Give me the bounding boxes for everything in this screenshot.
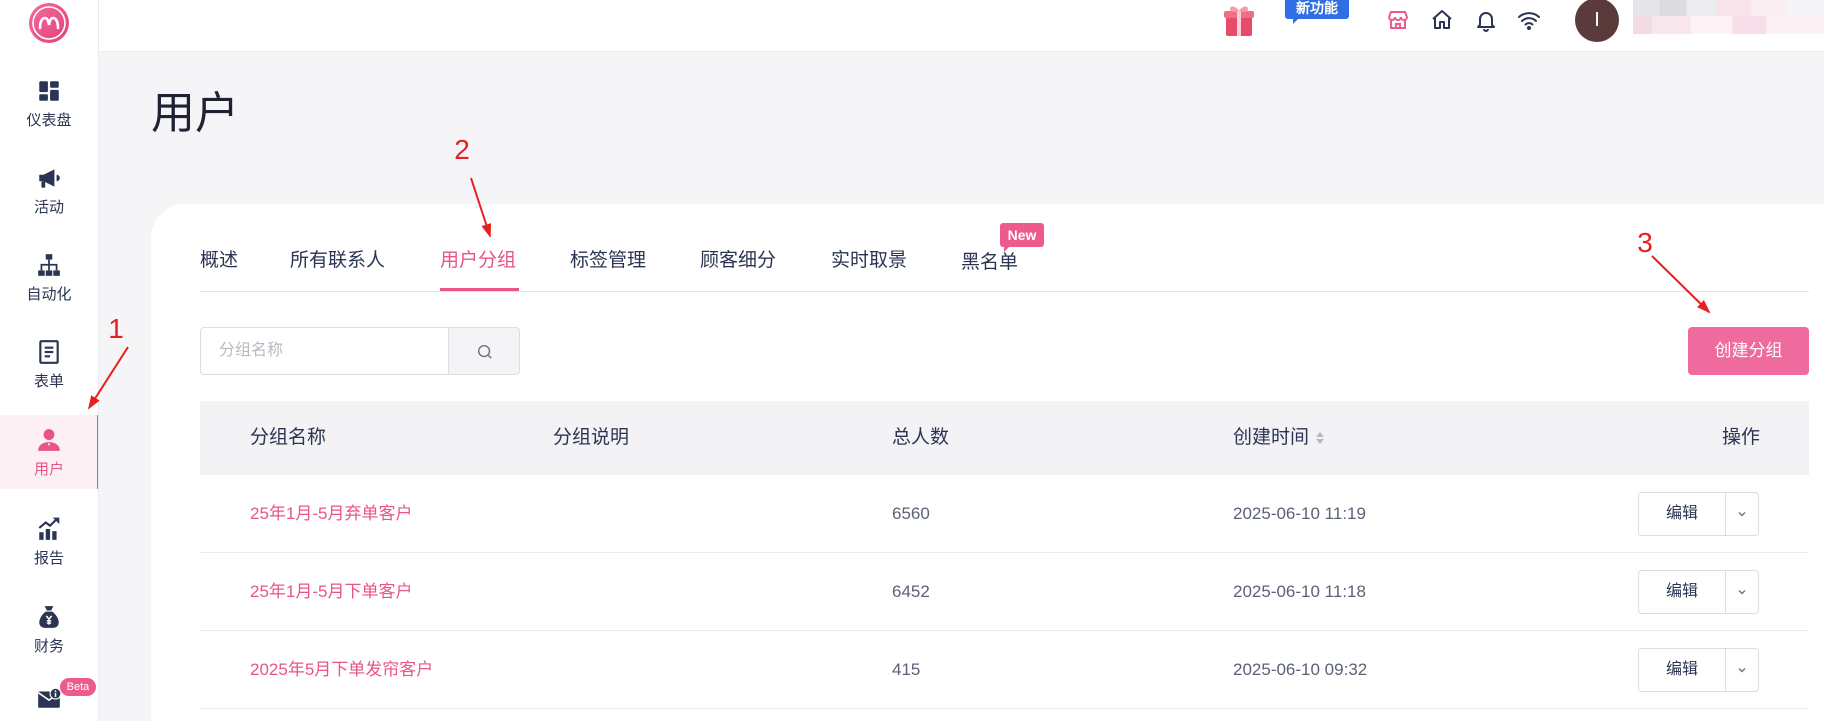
form-icon bbox=[36, 339, 62, 365]
beta-badge: Beta bbox=[60, 678, 96, 696]
create-group-button[interactable]: 创建分组 bbox=[1688, 327, 1809, 375]
tab-tag-management[interactable]: 标签管理 bbox=[570, 248, 646, 274]
report-chart-icon bbox=[36, 516, 62, 542]
sidebar-item-dashboard[interactable]: 仪表盘 bbox=[0, 66, 98, 140]
chevron-down-icon bbox=[1738, 668, 1746, 673]
sidebar-item-finance[interactable]: 财务 bbox=[0, 592, 98, 666]
tab-user-groups[interactable]: 用户分组 bbox=[440, 248, 516, 274]
edit-dropdown-toggle[interactable] bbox=[1725, 571, 1758, 613]
group-total: 6452 bbox=[892, 582, 930, 601]
top-bar: 新功能 I bbox=[99, 0, 1824, 52]
group-created-time: 2025-06-10 09:32 bbox=[1233, 660, 1368, 679]
sidebar-item-label: 表单 bbox=[33, 373, 64, 390]
sidebar-item-label: 活动 bbox=[33, 199, 64, 216]
megaphone-icon bbox=[36, 165, 62, 191]
sidebar-item-label: 仪表盘 bbox=[26, 112, 72, 129]
page-title: 用户 bbox=[151, 89, 239, 138]
flowchart-icon bbox=[36, 252, 62, 278]
avatar[interactable]: I bbox=[1575, 0, 1619, 42]
search-button[interactable] bbox=[448, 327, 520, 375]
column-header-actions: 操作 bbox=[1721, 427, 1760, 448]
edit-split-button: 编辑 bbox=[1638, 648, 1759, 692]
table-row: 25年1月-5月弃单客户 6560 2025-06-10 11:19 编辑 bbox=[200, 475, 1809, 553]
new-badge: New bbox=[1000, 223, 1044, 252]
chevron-down-icon bbox=[1738, 590, 1746, 595]
sidebar-item-automation[interactable]: 自动化 bbox=[0, 240, 98, 314]
group-name-link[interactable]: 25年1月-5月下单客户 bbox=[250, 553, 412, 630]
edit-button[interactable]: 编辑 bbox=[1639, 571, 1725, 613]
active-tab-indicator bbox=[440, 288, 519, 291]
home-icon[interactable] bbox=[1430, 8, 1454, 32]
group-total: 6560 bbox=[892, 504, 930, 523]
edit-dropdown-toggle[interactable] bbox=[1725, 493, 1758, 535]
edit-split-button: 编辑 bbox=[1638, 492, 1759, 536]
sidebar-item-label: 用户 bbox=[33, 461, 64, 478]
tab-all-contacts[interactable]: 所有联系人 bbox=[290, 248, 385, 274]
sidebar-item-users[interactable]: 用户 bbox=[0, 415, 98, 489]
sidebar: 仪表盘 活动 自动化 表单 用户 报告 财务 Beta bbox=[0, 0, 99, 721]
search-input[interactable] bbox=[201, 328, 448, 374]
column-header-group-name: 分组名称 bbox=[250, 427, 327, 448]
user-icon bbox=[36, 427, 62, 453]
edit-split-button: 编辑 bbox=[1638, 570, 1759, 614]
content-card: 概述 所有联系人 用户分组 标签管理 顾客细分 实时取景 黑名单 New 创建分… bbox=[151, 204, 1824, 721]
sidebar-item-forms[interactable]: 表单 bbox=[0, 327, 98, 401]
redacted-block bbox=[1633, 0, 1824, 16]
sidebar-item-campaigns[interactable]: 活动 bbox=[0, 153, 98, 227]
tab-customer-segments[interactable]: 顾客细分 bbox=[700, 248, 776, 274]
brand-logo-icon[interactable] bbox=[28, 2, 70, 44]
redacted-block bbox=[1633, 16, 1824, 34]
new-feature-badge[interactable]: 新功能 bbox=[1285, 0, 1349, 24]
sidebar-item-reports[interactable]: 报告 bbox=[0, 504, 98, 578]
group-name-link[interactable]: 25年1月-5月弃单客户 bbox=[250, 475, 412, 552]
edit-dropdown-toggle[interactable] bbox=[1725, 649, 1758, 691]
column-header-created-label: 创建时间 bbox=[1233, 427, 1310, 448]
annotation-label-2: 2 bbox=[454, 134, 470, 165]
mail-info-icon bbox=[36, 685, 62, 711]
dashboard-icon bbox=[36, 78, 62, 104]
search-icon bbox=[477, 344, 492, 359]
store-icon[interactable] bbox=[1386, 8, 1410, 32]
groups-table: 分组名称 分组说明 总人数 创建时间 操作 25年1月-5月弃单客户 6560 … bbox=[200, 401, 1809, 709]
sidebar-item-label: 财务 bbox=[33, 638, 64, 655]
bell-icon[interactable] bbox=[1474, 8, 1498, 32]
edit-button[interactable]: 编辑 bbox=[1639, 493, 1725, 535]
table-row: 2025年5月下单发帘客户 415 2025-06-10 09:32 编辑 bbox=[200, 631, 1809, 709]
edit-button[interactable]: 编辑 bbox=[1639, 649, 1725, 691]
tab-live-view[interactable]: 实时取景 bbox=[831, 248, 907, 274]
column-header-total: 总人数 bbox=[892, 427, 950, 448]
tab-divider bbox=[200, 291, 1809, 292]
group-name-link[interactable]: 2025年5月下单发帘客户 bbox=[250, 631, 433, 708]
table-row: 25年1月-5月下单客户 6452 2025-06-10 11:18 编辑 bbox=[200, 553, 1809, 631]
chevron-down-icon bbox=[1738, 512, 1746, 517]
tab-overview[interactable]: 概述 bbox=[200, 248, 238, 274]
wifi-icon[interactable] bbox=[1517, 8, 1541, 32]
redacted-username[interactable] bbox=[1633, 0, 1824, 36]
tab-blacklist[interactable]: 黑名单 bbox=[961, 250, 1018, 276]
gift-icon[interactable] bbox=[1220, 1, 1258, 39]
group-total: 415 bbox=[892, 660, 921, 679]
annotation-label-1: 1 bbox=[108, 313, 124, 344]
sort-icon[interactable] bbox=[1315, 430, 1325, 446]
sidebar-item-label: 报告 bbox=[33, 550, 64, 567]
money-bag-icon bbox=[36, 604, 62, 630]
sidebar-item-messages[interactable]: Beta bbox=[0, 673, 98, 721]
group-created-time: 2025-06-10 11:19 bbox=[1233, 504, 1366, 523]
table-header: 分组名称 分组说明 总人数 创建时间 操作 bbox=[200, 401, 1809, 475]
search-field bbox=[200, 327, 449, 375]
column-header-description: 分组说明 bbox=[553, 427, 630, 448]
sidebar-item-label: 自动化 bbox=[26, 286, 72, 303]
column-header-created[interactable]: 创建时间 bbox=[1233, 401, 1325, 475]
group-created-time: 2025-06-10 11:18 bbox=[1233, 582, 1366, 601]
